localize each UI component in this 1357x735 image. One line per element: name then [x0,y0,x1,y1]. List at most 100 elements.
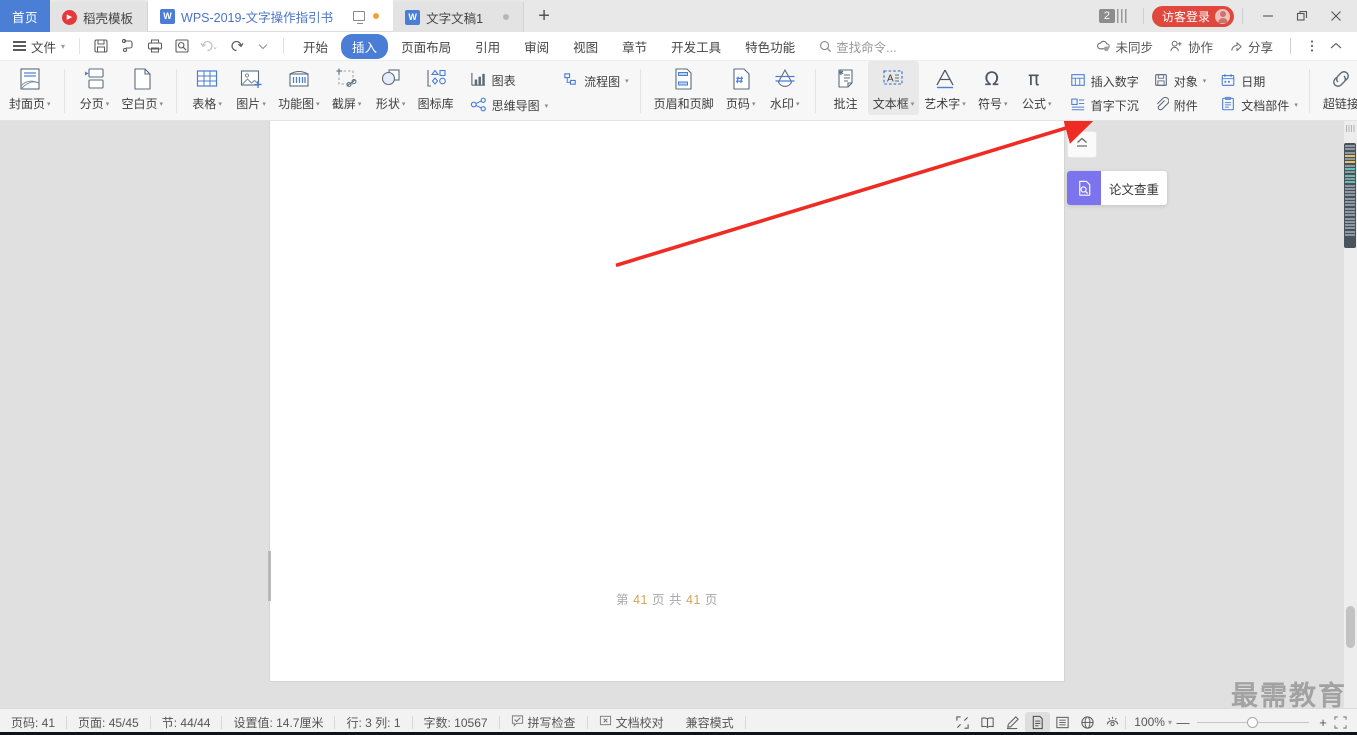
ribbon-button-table[interactable]: 表格 ▾ [185,61,229,115]
ribbon-button-icon-library[interactable]: 图标库 [413,61,459,115]
ribbon-button-drop-cap[interactable]: 首字下沉 [1065,94,1144,117]
command-search[interactable]: 查找命令... [819,37,897,56]
ribbon-button-wordart[interactable]: 艺术字 ▾ [919,61,971,115]
view-edit-pen-button[interactable] [1000,712,1025,733]
tab-docer-template[interactable]: 稻壳模板 [50,2,149,32]
avatar-icon [1215,8,1230,24]
ribbon-button-object[interactable]: 对象 ▾ [1148,70,1212,93]
zoom-level-button[interactable]: 100% ▾ [1134,715,1172,729]
tab-shitu[interactable]: 视图 [562,34,609,59]
restore-button[interactable] [1285,0,1319,32]
zoom-slider-knob[interactable] [1247,716,1258,728]
view-page-layout-button[interactable] [1025,711,1051,733]
tab-kaishi[interactable]: 开始 [292,34,339,59]
view-eye-protect-button[interactable] [1100,712,1125,733]
ribbon-button-shapes[interactable]: 形状 ▾ [369,61,413,115]
more-vertical-icon[interactable] [1301,39,1323,53]
document-page[interactable]: 第 41 页 共 41 页 [268,121,1064,681]
ribbon-button-screenshot[interactable]: 截屏 ▾ [325,61,369,115]
tab-list-icon[interactable] [1116,9,1127,23]
panel-collapse-button[interactable] [1067,131,1097,158]
zoom-slider[interactable] [1197,715,1309,729]
tab-charu[interactable]: 插入 [341,33,389,59]
ribbon-button-flowchart[interactable]: 流程图 ▾ [557,69,634,93]
chevron-up-icon[interactable] [1325,41,1347,51]
status-page-count[interactable]: 页面: 45/45 [67,714,150,731]
sync-status-button[interactable]: 未同步 [1089,37,1160,56]
tab-wps-2019-guide[interactable]: WPS-2019-文字操作指引书 [148,0,394,32]
scrollbar-thumb[interactable] [1346,606,1355,648]
document-minimap[interactable] [1344,143,1356,248]
home-tab[interactable]: 首页 [0,0,50,32]
tab-kaifagongju[interactable]: 开发工具 [660,34,732,59]
tab-wenzi-wengao-1[interactable]: 文字文稿1 [393,2,525,32]
ribbon-button-page-break[interactable]: 分页 ▾ [73,61,117,115]
status-word-count[interactable]: 字数: 10567 [413,714,499,731]
tab-yinyong[interactable]: 引用 [464,34,511,59]
ribbon-button-header-footer[interactable]: 页眉和页脚 [649,61,719,115]
ribbon-button-date[interactable]: 日期 [1215,70,1303,93]
ribbon-button-cover-page[interactable]: 封面页 ▾ [4,61,56,115]
ribbon-button-picture[interactable]: 图片 ▾ [229,61,273,115]
minimize-button[interactable] [1251,0,1285,32]
status-row-col[interactable]: 行: 3 列: 1 [335,714,411,731]
vertical-scrollbar[interactable] [1344,121,1357,708]
share-button[interactable]: 分享 [1222,37,1280,56]
ribbon-button-textbox[interactable]: A 文本框 ▾ [867,61,920,115]
search-placeholder-label: 查找命令... [836,40,897,55]
presentation-icon[interactable] [353,11,366,24]
status-doc-proof[interactable]: 文档校对 [588,714,675,731]
new-tab-button[interactable]: + [524,0,564,32]
undo-icon[interactable] [195,34,222,58]
status-page-code[interactable]: 页码: 41 [0,714,66,731]
status-compat-mode[interactable]: 兼容模式 [675,714,745,731]
ribbon-button-function-chart[interactable]: 功能图 ▾ [273,61,325,115]
save-as-icon[interactable] [114,34,141,58]
zoom-out-button[interactable]: — [1175,715,1191,730]
status-spell-check[interactable]: 拼写检查 [500,714,587,731]
view-reading-button[interactable] [975,712,1000,733]
tab-zhangjie[interactable]: 章节 [611,34,658,59]
unsaved-dot-icon[interactable] [373,13,380,19]
view-web-button[interactable] [1075,712,1100,733]
close-dot-icon[interactable] [503,14,510,20]
status-setting-value[interactable]: 设置值: 14.7厘米 [222,714,334,731]
status-section[interactable]: 节: 44/44 [151,714,222,731]
chevron-down-icon: ▾ [962,100,966,108]
ribbon-button-chart[interactable]: 图表 [465,69,554,93]
ribbon-button-insert-number[interactable]: 插入数字 [1065,70,1144,93]
tab-yemianbuju[interactable]: 页面布局 [390,34,462,59]
ribbon-button-comment[interactable]: ✱ 批注 [824,61,868,115]
save-icon[interactable] [87,34,114,58]
collaborate-button[interactable]: 协作 [1162,37,1220,56]
expand-corner-icon[interactable] [1331,715,1349,729]
document-work-area[interactable]: 第 41 页 共 41 页 论文查重 [0,121,1357,708]
view-outline-button[interactable] [1050,712,1075,733]
ribbon-button-blank-page[interactable]: 空白页 ▾ [117,61,169,115]
view-fullscreen-button[interactable] [950,712,975,733]
function-chart-icon [286,66,312,92]
ribbon-button-doc-parts[interactable]: 文档部件 ▾ [1215,94,1303,117]
divider [1242,8,1243,24]
customize-icon[interactable] [249,34,276,58]
print-preview-icon[interactable] [168,34,195,58]
ribbon-button-watermark[interactable]: 水印 ▾ [763,61,807,115]
zoom-in-button[interactable]: + [1315,715,1331,730]
close-button[interactable] [1319,0,1353,32]
tab-status-group [353,11,380,24]
ribbon-button-page-number[interactable]: 页码 ▾ [719,61,763,115]
ribbon-button-symbol[interactable]: Ω 符号 ▾ [971,61,1015,115]
tab-count-badge[interactable]: 2 [1098,9,1115,23]
guest-login-button[interactable]: 访客登录 [1151,5,1234,27]
page-footer-text: 第 41 页 共 41 页 [270,589,1064,608]
redo-icon[interactable] [222,34,249,58]
tab-tesegongneng[interactable]: 特色功能 [734,34,806,59]
ribbon-button-attachment[interactable]: 附件 [1148,94,1212,117]
ribbon-button-hyperlink[interactable]: 超链接 [1318,61,1357,115]
file-menu-button[interactable]: 文件 ▾ [6,37,72,56]
paper-check-card[interactable]: 论文查重 [1067,171,1167,205]
ribbon-button-formula[interactable]: π 公式 ▾ [1015,61,1059,115]
tab-shenyue[interactable]: 审阅 [513,34,560,59]
print-icon[interactable] [141,34,168,58]
ribbon-button-mindmap[interactable]: 思维导图 ▾ [465,94,554,118]
